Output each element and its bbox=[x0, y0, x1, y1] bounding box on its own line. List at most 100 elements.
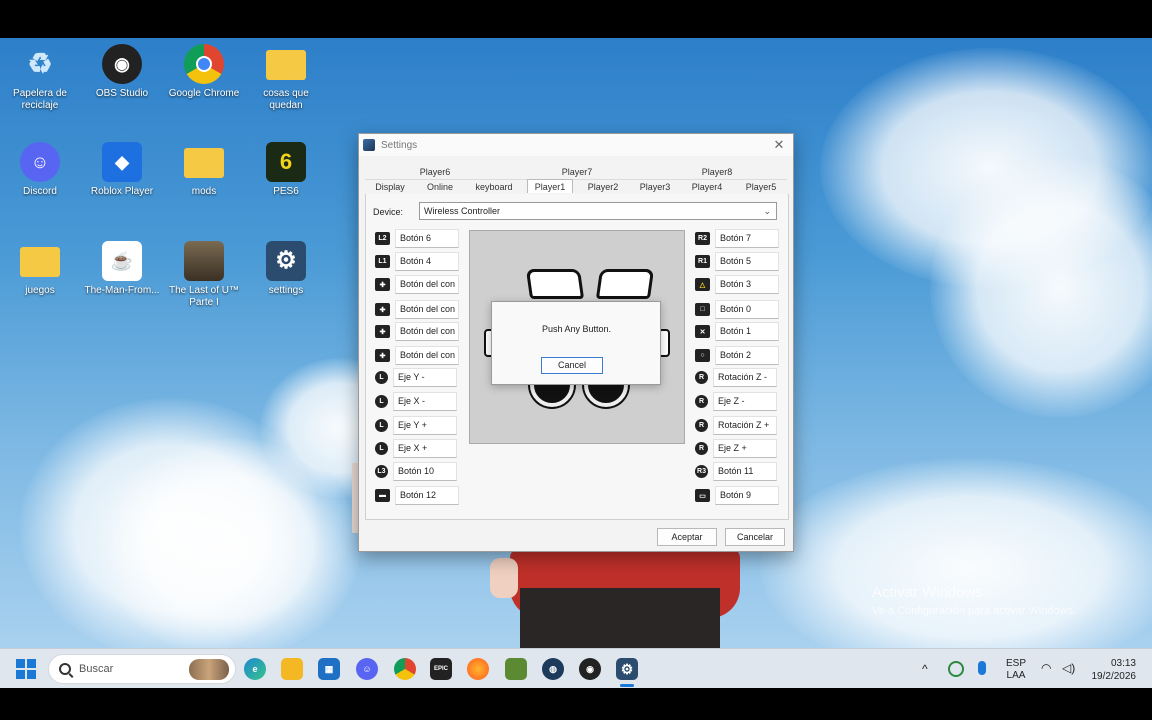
tab-player2[interactable]: Player2 bbox=[581, 180, 625, 194]
tab-player7[interactable]: Player7 bbox=[541, 165, 613, 179]
tray-overflow-chevron[interactable]: ^ bbox=[922, 662, 928, 676]
keyboard-layout: LAA bbox=[1006, 670, 1026, 681]
tab-player5[interactable]: Player5 bbox=[739, 180, 783, 194]
desktop-icon-folder-juegos[interactable]: juegos bbox=[0, 241, 80, 297]
push-button-dialog: Push Any Button. Cancel bbox=[491, 301, 661, 385]
mapping-l2[interactable]: L2 Botón 6 bbox=[375, 229, 459, 248]
file-explorer-icon[interactable] bbox=[281, 658, 303, 680]
store-icon[interactable]: ▦ bbox=[318, 658, 340, 680]
clock-time: 03:13 bbox=[1110, 658, 1136, 669]
mapping-share[interactable]: ▬ Botón 12 bbox=[375, 486, 459, 505]
desktop-icon-java-app[interactable]: ☕ The-Man-From... bbox=[82, 241, 162, 297]
desktop-icon-folder-mods[interactable]: mods bbox=[164, 142, 244, 198]
tab-keyboard[interactable]: keyboard bbox=[471, 180, 517, 194]
volume-icon[interactable]: ◁) bbox=[1062, 661, 1075, 675]
mapping-triangle[interactable]: △ Botón 3 bbox=[695, 275, 779, 294]
sync-icon[interactable] bbox=[948, 661, 964, 677]
wallpaper-character bbox=[490, 548, 750, 648]
cancel-button[interactable]: Cancelar bbox=[725, 528, 785, 546]
device-select[interactable]: Wireless Controller ⌄ bbox=[419, 202, 777, 220]
settings-app-icon[interactable]: ⚙ bbox=[616, 658, 638, 680]
epic-games-icon[interactable]: EPIC bbox=[430, 658, 452, 680]
active-app-indicator bbox=[620, 684, 634, 687]
tab-player8[interactable]: Player8 bbox=[681, 165, 753, 179]
mapping-r1[interactable]: R1 Botón 5 bbox=[695, 252, 779, 271]
accept-button[interactable]: Aceptar bbox=[657, 528, 717, 546]
window-title: Settings bbox=[381, 139, 418, 151]
close-icon[interactable]: ✕ bbox=[771, 137, 787, 153]
square-button-icon: □ bbox=[695, 303, 710, 316]
mapping-l1[interactable]: L1 Botón 4 bbox=[375, 252, 459, 271]
steam-icon[interactable]: ◍ bbox=[542, 658, 564, 680]
start-button[interactable] bbox=[16, 659, 36, 679]
mapping-label: Botón 5 bbox=[715, 252, 779, 271]
mapping-dpad-up[interactable]: ✚ Botón del con bbox=[375, 275, 459, 294]
mapping-label: Eje X - bbox=[393, 392, 457, 411]
clock[interactable]: 03:13 19/2/2026 bbox=[1086, 657, 1137, 683]
mapping-dpad-left[interactable]: ✚ Botón del con bbox=[375, 300, 459, 319]
tab-player6[interactable]: Player6 bbox=[399, 165, 471, 179]
desktop-icon-tlou[interactable]: The Last of U™ Parte I bbox=[164, 241, 244, 309]
mapping-label: Botón del con bbox=[395, 322, 459, 341]
language-indicator[interactable]: ESP LAA bbox=[1006, 658, 1026, 682]
triangle-button-icon: △ bbox=[695, 278, 710, 291]
r3-button-icon: R3 bbox=[695, 465, 708, 478]
desktop-icon-folder-cosas[interactable]: cosas que quedan bbox=[246, 44, 326, 112]
edge-icon[interactable]: e bbox=[244, 658, 266, 680]
microphone-icon[interactable] bbox=[978, 661, 986, 675]
mapping-left-stick-left[interactable]: L Eje X - bbox=[375, 392, 457, 411]
left-stick-icon: L bbox=[375, 371, 388, 384]
l3-button-icon: L3 bbox=[375, 465, 388, 478]
mapping-dpad-right[interactable]: ✚ Botón del con bbox=[375, 346, 459, 365]
mapping-right-stick-left[interactable]: R Eje Z - bbox=[695, 392, 777, 411]
desktop-icon-roblox[interactable]: ◆ Roblox Player bbox=[82, 142, 162, 198]
r2-button-icon: R2 bbox=[695, 232, 710, 245]
settings-app-icon: ⚙ bbox=[266, 241, 306, 281]
chrome-icon[interactable] bbox=[394, 658, 416, 680]
tab-player4[interactable]: Player4 bbox=[685, 180, 729, 194]
desktop-icon-chrome[interactable]: Google Chrome bbox=[164, 44, 244, 100]
mapping-circle[interactable]: ○ Botón 2 bbox=[695, 346, 779, 365]
desktop-icon-recycle-bin[interactable]: ♻ Papelera de reciclaje bbox=[0, 44, 80, 112]
window-titlebar[interactable]: Settings ✕ bbox=[359, 134, 793, 156]
mapping-label: Eje Z - bbox=[713, 392, 777, 411]
desktop-icon-label: OBS Studio bbox=[95, 88, 149, 99]
right-stick-icon: R bbox=[695, 419, 708, 432]
r-trigger-graphic bbox=[595, 269, 655, 299]
mapping-r3[interactable]: R3 Botón 11 bbox=[695, 462, 777, 481]
mapping-label: Botón 1 bbox=[715, 322, 779, 341]
mapping-cross[interactable]: ✕ Botón 1 bbox=[695, 322, 779, 341]
desktop-icon-pes6[interactable]: 6 PES6 bbox=[246, 142, 326, 198]
mapping-right-stick-up[interactable]: R Rotación Z - bbox=[695, 368, 777, 387]
desktop-icon-label: settings bbox=[268, 285, 304, 296]
left-stick-icon: L bbox=[375, 442, 388, 455]
tab-player1[interactable]: Player1 bbox=[527, 179, 573, 193]
wifi-icon[interactable]: ◠ bbox=[1041, 661, 1051, 675]
search-icon bbox=[59, 663, 71, 675]
desktop-icon-label: Google Chrome bbox=[168, 88, 240, 99]
mapping-left-stick-down[interactable]: L Eje Y + bbox=[375, 416, 457, 435]
obs-icon[interactable]: ◉ bbox=[579, 658, 601, 680]
mapping-left-stick-right[interactable]: L Eje X + bbox=[375, 439, 457, 458]
dialog-cancel-button[interactable]: Cancel bbox=[541, 357, 603, 374]
desktop-icon-settings[interactable]: ⚙ settings bbox=[246, 241, 326, 297]
firefox-icon[interactable] bbox=[467, 658, 489, 680]
mapping-right-stick-down[interactable]: R Rotación Z + bbox=[695, 416, 777, 435]
discord-icon[interactable]: ☺ bbox=[356, 658, 378, 680]
tab-online[interactable]: Online bbox=[421, 180, 459, 194]
desktop-icon-label: The-Man-From... bbox=[84, 285, 160, 296]
desktop-icon-discord[interactable]: ☺ Discord bbox=[0, 142, 80, 198]
mapping-square[interactable]: □ Botón 0 bbox=[695, 300, 779, 319]
search-box[interactable]: Buscar bbox=[48, 654, 236, 684]
minecraft-icon[interactable] bbox=[505, 658, 527, 680]
right-stick-icon: R bbox=[695, 395, 708, 408]
mapping-r2[interactable]: R2 Botón 7 bbox=[695, 229, 779, 248]
tab-display[interactable]: Display bbox=[371, 180, 409, 194]
mapping-dpad-down[interactable]: ✚ Botón del con bbox=[375, 322, 459, 341]
tab-player3[interactable]: Player3 bbox=[633, 180, 677, 194]
mapping-options[interactable]: ▭ Botón 9 bbox=[695, 486, 779, 505]
mapping-l3[interactable]: L3 Botón 10 bbox=[375, 462, 457, 481]
desktop-icon-obs[interactable]: ◉ OBS Studio bbox=[82, 44, 162, 100]
mapping-right-stick-right[interactable]: R Eje Z + bbox=[695, 439, 777, 458]
mapping-left-stick-up[interactable]: L Eje Y - bbox=[375, 368, 457, 387]
